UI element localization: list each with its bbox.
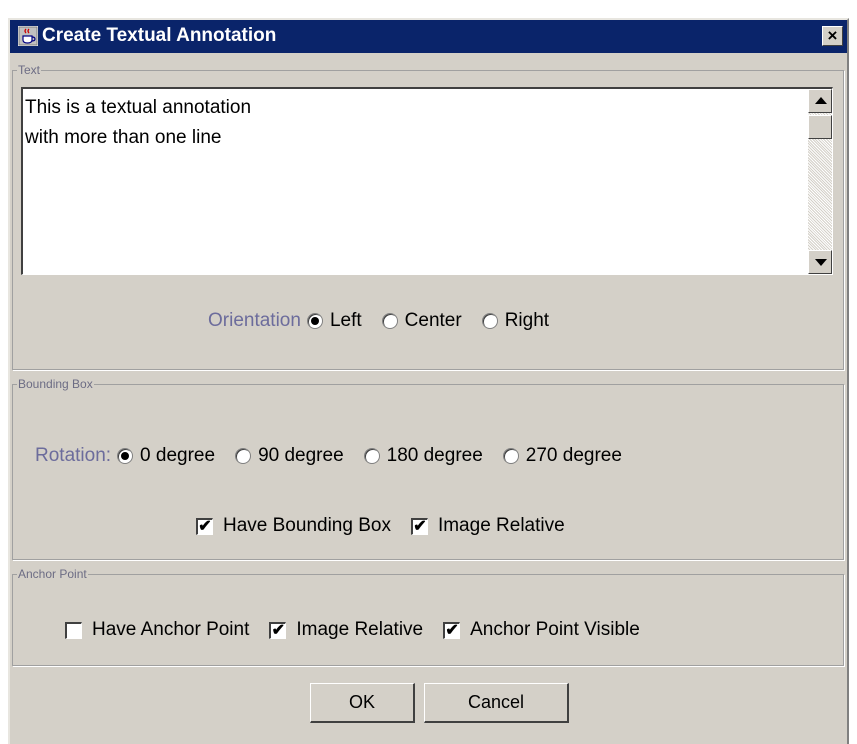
orientation-option-label: Left (329, 310, 362, 331)
checkbox-label: Anchor Point Visible (470, 619, 640, 640)
rotation-row: Rotation: 0 degree 90 degree 180 degree … (35, 445, 622, 467)
rotation-0-radio[interactable]: 0 degree (117, 445, 215, 467)
checkmark-icon[interactable]: ✔ (410, 517, 428, 535)
orientation-option-label: Right (504, 310, 550, 331)
rotation-label: Rotation: (35, 445, 112, 466)
radio-selected-icon[interactable] (306, 313, 323, 329)
text-line: This is a textual annotation (25, 97, 252, 118)
annotation-text-area[interactable]: This is a textual annotation with more t… (21, 87, 833, 275)
window-title: Create Textual Annotation (42, 25, 277, 46)
title-bar[interactable]: Create Textual Annotation × (10, 20, 847, 53)
ok-button[interactable]: OK (310, 683, 415, 723)
checkbox-label: Image Relative (296, 619, 424, 640)
orientation-label: Orientation (208, 310, 301, 331)
checkbox-label: Have Anchor Point (92, 619, 250, 640)
bbox-image-relative-checkbox[interactable]: ✔ Image Relative (410, 515, 565, 537)
anchor-point-group: Anchor Point Have Anchor Point ✔ Image R… (12, 567, 844, 666)
anchor-checks-row: Have Anchor Point ✔ Image Relative ✔ Anc… (65, 619, 640, 641)
checkmark-icon[interactable]: ✔ (196, 517, 213, 535)
anchor-image-relative-checkbox[interactable]: ✔ Image Relative (269, 619, 423, 641)
rotation-180-radio[interactable]: 180 degree (363, 445, 483, 467)
anchor-point-visible-checkbox[interactable]: ✔ Anchor Point Visible (443, 619, 640, 641)
rotation-option-label: 0 degree (140, 445, 216, 466)
have-bounding-box-checkbox[interactable]: ✔ Have Bounding Box (196, 515, 391, 537)
radio-selected-icon[interactable] (117, 448, 134, 464)
checkmark-icon[interactable]: ✔ (269, 621, 287, 639)
rotation-90-radio[interactable]: 90 degree (235, 445, 344, 467)
dialog-window: Create Textual Annotation × Text This is… (8, 18, 849, 744)
arrow-down-icon (815, 259, 827, 266)
radio-icon[interactable] (502, 448, 519, 464)
close-icon: × (827, 26, 838, 45)
text-group: Text This is a textual annotation with m… (12, 63, 844, 370)
checkbox-label: Image Relative (437, 515, 565, 536)
orientation-right-radio[interactable]: Right (481, 310, 550, 332)
orientation-center-radio[interactable]: Center (381, 310, 462, 332)
scroll-down-button[interactable] (808, 250, 832, 274)
scroll-thumb[interactable] (808, 115, 832, 139)
orientation-left-radio[interactable]: Left (306, 310, 362, 332)
bounding-box-checks-row: ✔ Have Bounding Box ✔ Image Relative (196, 515, 565, 537)
arrow-up-icon (815, 97, 827, 104)
radio-icon[interactable] (381, 313, 398, 329)
orientation-option-label: Center (404, 310, 462, 331)
rotation-option-label: 180 degree (386, 445, 483, 466)
bounding-box-group: Bounding Box Rotation: 0 degree 90 degre… (12, 377, 844, 560)
checkbox-empty-icon[interactable] (65, 621, 82, 639)
radio-icon[interactable] (481, 313, 498, 329)
radio-icon[interactable] (363, 448, 380, 464)
rotation-option-label: 270 degree (525, 445, 622, 466)
cancel-button[interactable]: Cancel (424, 683, 569, 723)
text-line: with more than one line (25, 127, 222, 148)
orientation-row: Orientation Left Center Right (208, 310, 549, 332)
scroll-up-button[interactable] (808, 89, 832, 113)
radio-icon[interactable] (235, 448, 252, 464)
annotation-text: This is a textual annotation with more t… (25, 93, 251, 153)
checkbox-label: Have Bounding Box (223, 515, 391, 536)
vertical-scrollbar[interactable] (808, 89, 832, 274)
checkmark-icon[interactable]: ✔ (443, 621, 461, 639)
anchor-point-group-title: Anchor Point (18, 567, 87, 581)
close-button[interactable]: × (822, 26, 843, 46)
text-group-title: Text (18, 63, 41, 77)
bounding-box-group-title: Bounding Box (18, 377, 93, 391)
java-cup-icon (18, 26, 38, 46)
rotation-option-label: 90 degree (258, 445, 344, 466)
rotation-270-radio[interactable]: 270 degree (502, 445, 622, 467)
have-anchor-point-checkbox[interactable]: Have Anchor Point (65, 619, 249, 641)
